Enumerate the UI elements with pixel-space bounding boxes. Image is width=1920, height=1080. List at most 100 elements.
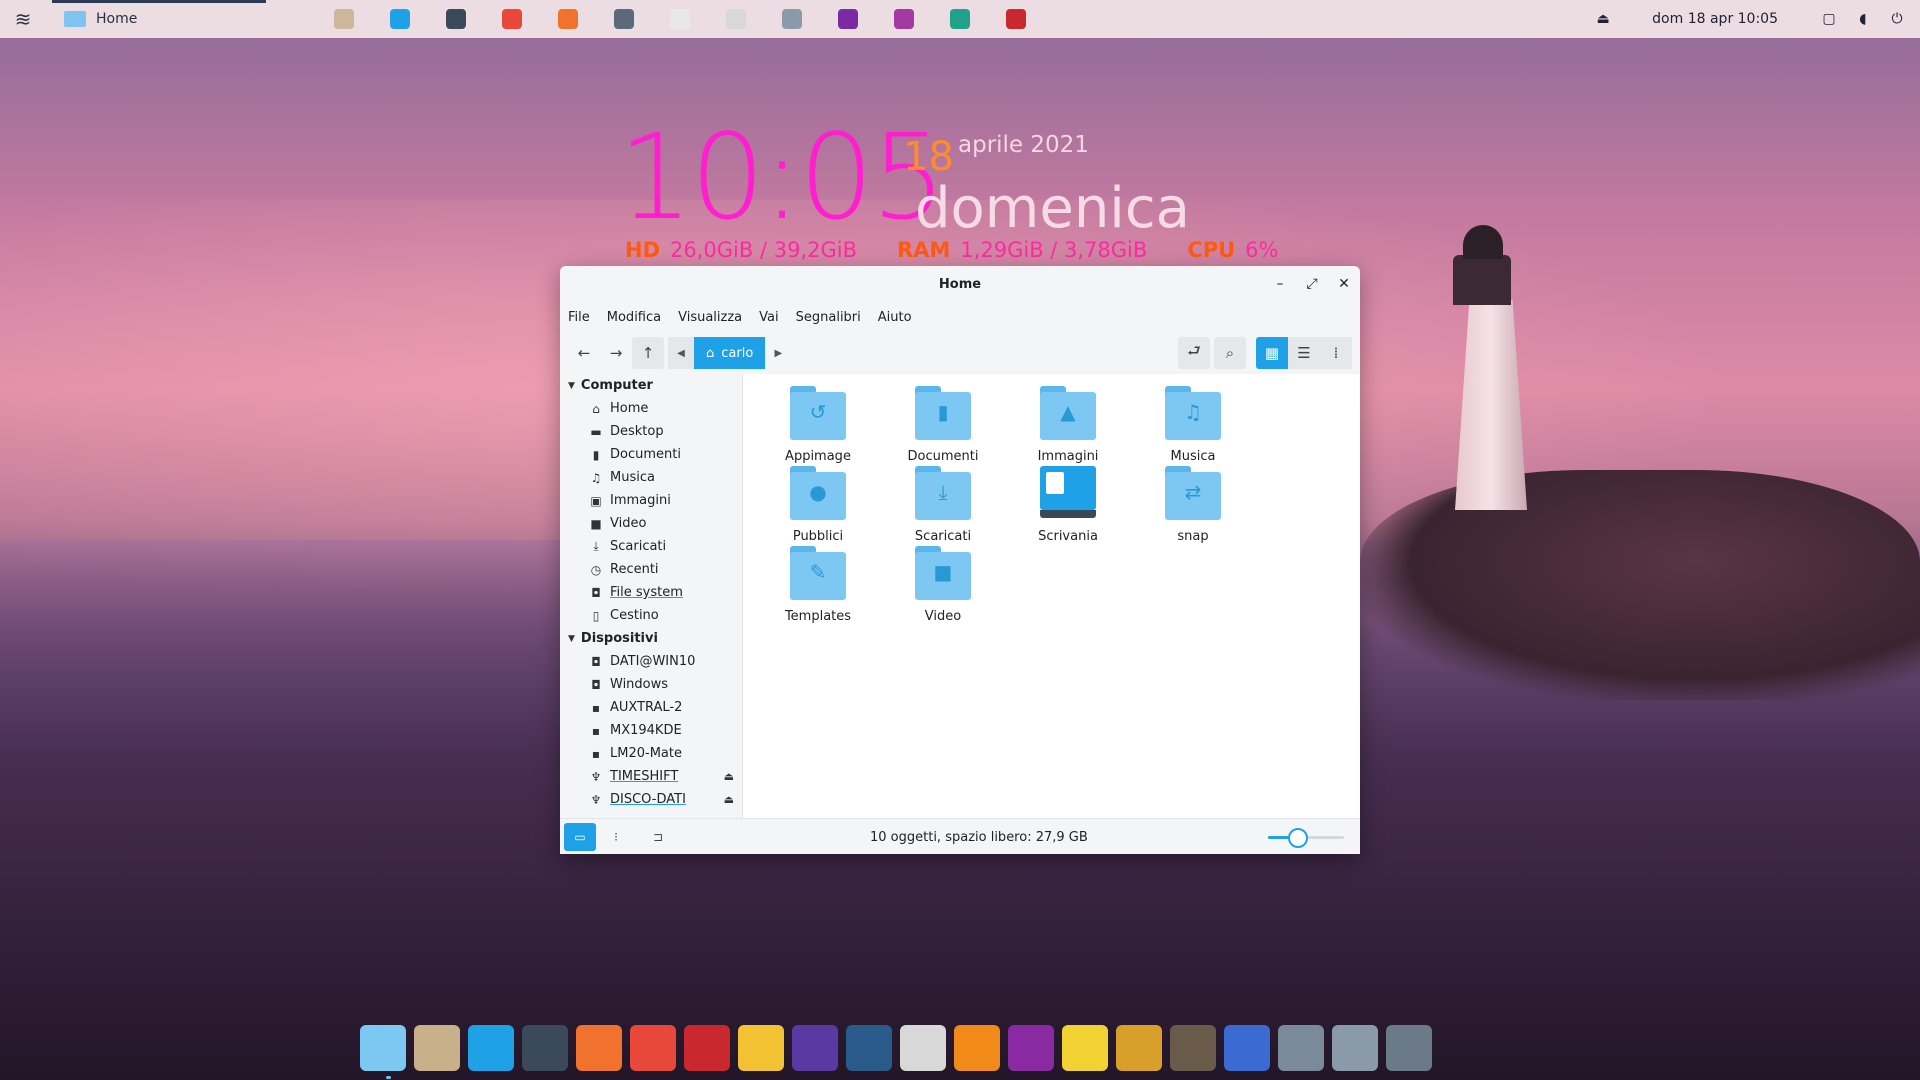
text-editor-launcher[interactable] — [652, 0, 708, 38]
menu-segnalibri[interactable]: Segnalibri — [796, 310, 861, 325]
file-item-templates[interactable]: ✎ Templates — [753, 546, 883, 634]
sidebar-item-musica[interactable]: ♫ Musica — [560, 466, 742, 489]
sidebar-item-disco-dati[interactable]: ♆ DISCO-DATI ⏏ — [560, 788, 742, 811]
sidebar-item-documenti[interactable]: ▮ Documenti — [560, 443, 742, 466]
file-item-musica[interactable]: ♫ Musica — [1128, 386, 1258, 474]
top-panel: ≋ Home ⏏ dom 18 apr 10:05 ▢ ◖ ⏻ — [0, 0, 1920, 38]
software-center-launcher[interactable] — [372, 0, 428, 38]
gimp-dock-icon[interactable] — [1170, 1025, 1216, 1071]
firefox-launcher[interactable] — [540, 0, 596, 38]
media-launcher[interactable] — [876, 0, 932, 38]
sidebar-item-lm20-mate[interactable]: ▪ LM20-Mate — [560, 742, 742, 765]
volume-icon[interactable]: ◖ — [1854, 10, 1872, 28]
sidebar-item-scaricati[interactable]: ⤓ Scaricati — [560, 535, 742, 558]
video-recorder-launcher[interactable] — [820, 0, 876, 38]
file-item-appimage[interactable]: ↺ Appimage — [753, 386, 883, 474]
list-view-button[interactable]: ☰ — [1288, 337, 1320, 369]
places-toggle-button[interactable]: ▭ — [564, 823, 596, 851]
app-menu-icon[interactable]: ≋ — [0, 0, 46, 38]
menu-visualizza[interactable]: Visualizza — [678, 310, 742, 325]
radio-dock-icon[interactable] — [1116, 1025, 1162, 1071]
zoom-slider[interactable] — [1268, 828, 1344, 848]
file-item-documenti[interactable]: ▮ Documenti — [878, 386, 1008, 474]
menu-modifica[interactable]: Modifica — [607, 310, 661, 325]
screenshot-launcher[interactable] — [764, 0, 820, 38]
file-item-immagini[interactable]: ▲ Immagini — [1003, 386, 1133, 474]
sidebar-item-desktop[interactable]: ▬ Desktop — [560, 420, 742, 443]
file-item-scaricati[interactable]: ⤓ Scaricati — [878, 466, 1008, 554]
chrome-launcher[interactable] — [484, 0, 540, 38]
zoom-slider-knob[interactable] — [1287, 828, 1308, 848]
back-button[interactable]: ← — [568, 337, 600, 369]
sidebar-item-video[interactable]: ■ Video — [560, 512, 742, 535]
file-manager-launcher[interactable] — [316, 0, 372, 38]
terminal-launcher[interactable] — [428, 0, 484, 38]
sidebar-item-file-system[interactable]: ◘ File system — [560, 581, 742, 604]
breadcrumb-home[interactable]: ⌂ carlo — [694, 337, 766, 369]
screen-icon[interactable]: ▢ — [1820, 10, 1838, 28]
settings-dock-icon[interactable] — [1386, 1025, 1432, 1071]
audio-dock-icon[interactable] — [792, 1025, 838, 1071]
sidebar-item-auxtral-2[interactable]: ▪ AUXTRAL-2 — [560, 696, 742, 719]
eject-icon[interactable]: ⏏ — [1594, 10, 1612, 28]
tree-toggle-button[interactable]: ⁝ — [600, 823, 632, 851]
calculator-launcher[interactable] — [596, 0, 652, 38]
sidebar-item-dati-win10[interactable]: ◘ DATI@WIN10 — [560, 650, 742, 673]
taskbar-window-home[interactable]: Home — [46, 0, 266, 38]
disc-burner-dock-icon[interactable] — [900, 1025, 946, 1071]
settings-disk-dock-icon[interactable] — [1278, 1025, 1324, 1071]
compact-view-button[interactable]: ⁞ — [1320, 337, 1352, 369]
sidebar-heading-devices[interactable]: ▼ Dispositivi — [560, 627, 742, 650]
video-player-dock-icon[interactable] — [846, 1025, 892, 1071]
vlc-dock-icon[interactable] — [954, 1025, 1000, 1071]
forward-button[interactable]: → — [600, 337, 632, 369]
file-item-pubblici[interactable]: ● Pubblici — [753, 466, 883, 554]
up-button[interactable]: ↑ — [632, 337, 664, 369]
icon-view-button[interactable]: ▦ — [1256, 337, 1288, 369]
panel-clock[interactable]: dom 18 apr 10:05 — [1652, 11, 1778, 27]
breadcrumb-right-icon[interactable]: ▶ — [765, 337, 791, 369]
power-icon[interactable]: ⏻ — [1888, 10, 1906, 28]
menu-file[interactable]: File — [568, 310, 590, 325]
document-dock-icon[interactable] — [1224, 1025, 1270, 1071]
backup-dock-icon[interactable] — [1332, 1025, 1378, 1071]
minimize-button[interactable]: – — [1264, 266, 1296, 302]
cm-app-launcher[interactable] — [988, 0, 1044, 38]
sidebar-item-mx194kde[interactable]: ▪ MX194KDE — [560, 719, 742, 742]
toggle-location-button[interactable]: ⮐ — [1178, 337, 1210, 369]
sidebar-heading-computer[interactable]: ▼ Computer — [560, 374, 742, 397]
search-button[interactable]: ⌕ — [1214, 337, 1246, 369]
sidebar-item-windows[interactable]: ◘ Windows — [560, 673, 742, 696]
files-dock-icon[interactable] — [360, 1025, 406, 1071]
breadcrumb-left-icon[interactable]: ◀ — [668, 337, 694, 369]
eject-icon[interactable]: ⏏ — [724, 770, 734, 783]
mail-dock-icon[interactable] — [738, 1025, 784, 1071]
sidebar-item-timeshift[interactable]: ♆ TIMESHIFT ⏏ — [560, 765, 742, 788]
terminal-dock-icon[interactable] — [522, 1025, 568, 1071]
video-editor-dock-icon[interactable] — [1008, 1025, 1054, 1071]
sidebar-item-home[interactable]: ⌂ Home — [560, 397, 742, 420]
scanner-launcher[interactable] — [708, 0, 764, 38]
folder-appimage-icon: ↺ — [790, 386, 846, 440]
file-item-video[interactable]: ■ Video — [878, 546, 1008, 634]
sidebar-item-immagini[interactable]: ▣ Immagini — [560, 489, 742, 512]
archive-dock-icon[interactable] — [414, 1025, 460, 1071]
rhythmbox-dock-icon[interactable] — [1062, 1025, 1108, 1071]
file-item-scrivania[interactable]: Scrivania — [1003, 466, 1133, 554]
sidebar-item-label: MX194KDE — [610, 723, 682, 738]
transfer-dock-icon[interactable] — [684, 1025, 730, 1071]
eject-icon[interactable]: ⏏ — [724, 793, 734, 806]
software-dock-icon[interactable] — [468, 1025, 514, 1071]
window-titlebar[interactable]: Home – ⤢ ✕ — [560, 266, 1360, 302]
close-button[interactable]: ✕ — [1328, 266, 1360, 302]
audio-launcher[interactable] — [932, 0, 988, 38]
maximize-button[interactable]: ⤢ — [1296, 266, 1328, 302]
menu-vai[interactable]: Vai — [759, 310, 778, 325]
sidebar-item-cestino[interactable]: ▯ Cestino — [560, 604, 742, 627]
chrome-dock-icon[interactable] — [630, 1025, 676, 1071]
file-item-snap[interactable]: ⇄ snap — [1128, 466, 1258, 554]
firefox-dock-icon[interactable] — [576, 1025, 622, 1071]
menu-aiuto[interactable]: Aiuto — [878, 310, 912, 325]
sidebar-item-recenti[interactable]: ◷ Recenti — [560, 558, 742, 581]
terminal-toggle-button[interactable]: ⊐ — [642, 823, 674, 851]
